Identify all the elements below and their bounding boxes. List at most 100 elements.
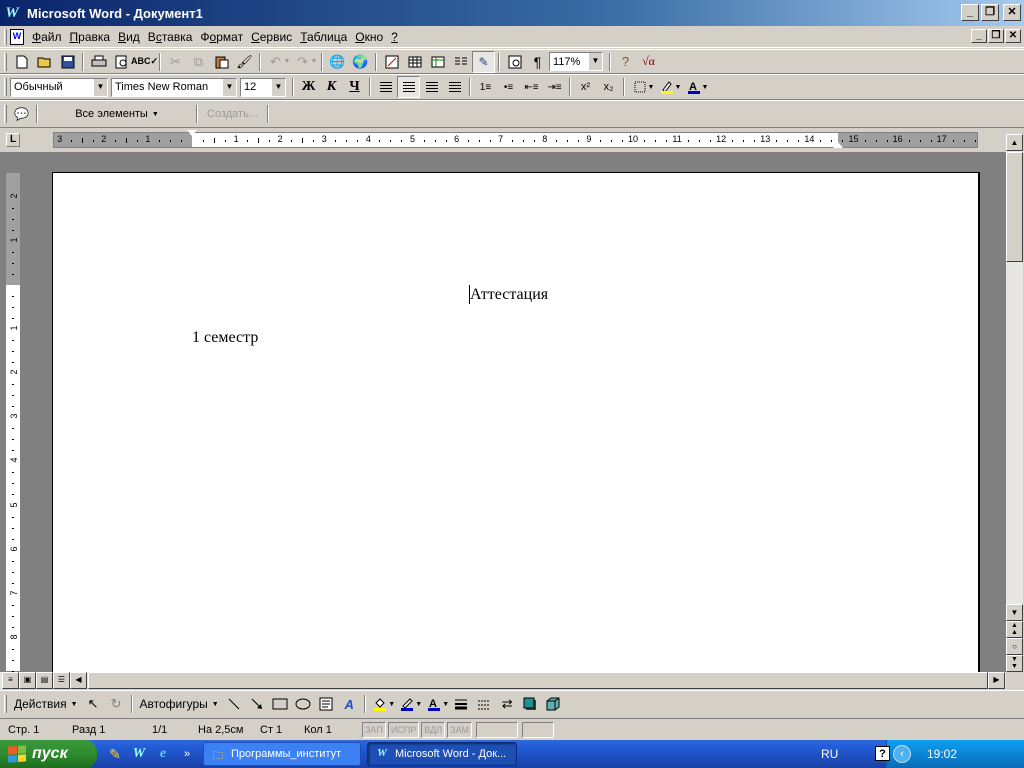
dash-style-button[interactable] [473,693,496,715]
scroll-thumb[interactable] [1006,152,1023,262]
comment-button[interactable]: 💬 [10,103,33,125]
toolbar-grip[interactable] [4,52,7,71]
toolbar-grip[interactable] [4,105,7,123]
menu-item-5[interactable]: Сервис [247,30,296,44]
document-icon[interactable]: W [10,28,24,45]
bold-button[interactable]: Ж [297,76,320,98]
font-size-combo[interactable]: 12 ▼ [240,77,286,97]
shadow-button[interactable] [519,693,542,715]
horizontal-scroll-thumb[interactable] [88,672,988,689]
tables-borders-button[interactable] [380,51,403,73]
scroll-down-button[interactable]: ▼ [1006,604,1023,621]
scroll-left-button[interactable]: ◀ [70,672,87,689]
doc-restore-button[interactable]: ❐ [988,29,1004,43]
align-center-button[interactable] [397,76,420,98]
menu-item-1[interactable]: Правка [66,30,115,44]
document-map-button[interactable] [503,51,526,73]
internet-explorer-icon[interactable]: e [153,744,173,764]
fill-color-dropdown[interactable]: ▼ [388,701,396,708]
start-button[interactable]: пуск [0,740,97,768]
taskbar-item-word[interactable]: W Microsoft Word - Док... [367,742,517,766]
web-toolbar-button[interactable]: 🌍 [349,51,372,73]
subscript-button[interactable]: x₂ [597,76,620,98]
close-button[interactable]: ✕ [1003,4,1021,21]
equation-button[interactable]: √α [637,51,660,73]
right-indent-marker[interactable] [833,142,843,148]
vertical-scrollbar[interactable]: ▲ ▼ ▲ ▲ ○ ▼ ▼ [1006,134,1023,672]
rectangle-button[interactable] [269,693,292,715]
numbering-button[interactable]: 1≡ [474,76,497,98]
document-heading[interactable]: Аттестация [470,286,548,304]
3d-button[interactable] [542,693,565,715]
menu-grip[interactable] [4,28,7,45]
menu-item-3[interactable]: Вставка [144,30,197,44]
style-combo[interactable]: Обычный ▼ [10,77,108,97]
menu-item-6[interactable]: Таблица [296,30,351,44]
decrease-indent-button[interactable]: ⇤≡ [520,76,543,98]
taskbar-item-folder[interactable]: 🗀 Программы_институт [203,742,361,766]
document-area[interactable]: 2 1 1 2 3 4 5 6 7 8 Аттестация 1 семестр [0,152,1006,672]
increase-indent-button[interactable]: ⇥≡ [543,76,566,98]
previous-page-button[interactable]: ▲ ▲ [1006,621,1023,638]
save-button[interactable] [56,51,79,73]
help-icon[interactable]: ? [875,746,890,761]
font-combo[interactable]: Times New Roman ▼ [111,77,237,97]
italic-button[interactable]: К [320,76,343,98]
menu-item-2[interactable]: Вид [114,30,144,44]
draw-font-color-dropdown[interactable]: ▼ [442,701,450,708]
autoshapes-menu-button[interactable]: Автофигуры ▼ [136,697,223,711]
menu-item-8[interactable]: ? [387,30,402,44]
menu-item-0[interactable]: Файл [28,30,66,44]
underline-button[interactable]: Ч [343,76,366,98]
superscript-button[interactable]: x² [574,76,597,98]
track-changes-indicator[interactable]: ИСПР [387,721,420,738]
chevron-right-icon[interactable]: » [177,744,197,764]
office-assistant-button[interactable]: ? [614,51,637,73]
restore-button[interactable]: ❐ [981,4,999,21]
copy-button[interactable]: ⧉ [187,51,210,73]
borders-dropdown[interactable]: ▼ [647,84,655,91]
language-indicator[interactable]: RU [821,747,838,761]
tab-selector-button[interactable]: L [6,133,20,147]
next-page-button[interactable]: ▼ ▼ [1006,655,1023,672]
doc-minimize-button[interactable]: _ [971,29,987,43]
toolbar-grip[interactable] [4,78,7,96]
insert-table-button[interactable] [403,51,426,73]
first-line-indent-marker[interactable] [187,130,197,136]
paste-button[interactable] [210,51,233,73]
arrow-style-button[interactable]: ⇄ [496,693,519,715]
justify-button[interactable] [443,76,466,98]
toolbar-grip[interactable] [4,695,7,713]
drawing-button[interactable]: ✎ [472,50,495,73]
outline-view-button[interactable]: ☰ [53,672,70,689]
menu-item-4[interactable]: Формат [196,30,247,44]
open-button[interactable] [33,51,56,73]
cut-button[interactable]: ✂ [164,51,187,73]
overtype-indicator[interactable]: ЗАМ [447,721,473,738]
all-elements-button[interactable]: Все элементы ▼ [41,104,193,124]
normal-view-button[interactable]: ≡ [2,672,19,689]
word-app-icon[interactable]: W [3,4,21,22]
horizontal-ruler[interactable]: 3 2 1 1 2 3 4 5 6 7 8 9 10 11 12 13 14 15 16 17 [53,130,978,148]
chevron-down-icon[interactable]: ▼ [588,53,602,70]
line-style-button[interactable] [450,693,473,715]
document-page[interactable]: Аттестация 1 семестр [52,172,980,672]
free-rotate-button[interactable]: ↻ [105,693,128,715]
print-layout-button[interactable]: ▤ [36,672,53,689]
bullets-button[interactable]: •≡ [497,76,520,98]
menu-item-7[interactable]: Окно [351,30,387,44]
redo-dropdown[interactable]: ▼ [310,58,318,65]
new-document-button[interactable] [10,51,33,73]
line-button[interactable] [223,693,246,715]
document-paragraph[interactable]: 1 семестр [192,329,258,347]
show-hide-button[interactable]: ¶ [526,51,549,73]
arrow-button[interactable] [246,693,269,715]
insert-hyperlink-button[interactable]: 🌐 [326,51,349,73]
undo-dropdown[interactable]: ▼ [283,58,291,65]
chevron-down-icon[interactable]: ▼ [93,78,107,96]
chevron-down-icon[interactable]: ▼ [271,78,285,96]
wordart-button[interactable]: A [338,693,361,715]
spelling-status-indicator[interactable] [522,721,555,738]
web-view-button[interactable]: ▣ [19,672,36,689]
print-button[interactable] [87,51,110,73]
